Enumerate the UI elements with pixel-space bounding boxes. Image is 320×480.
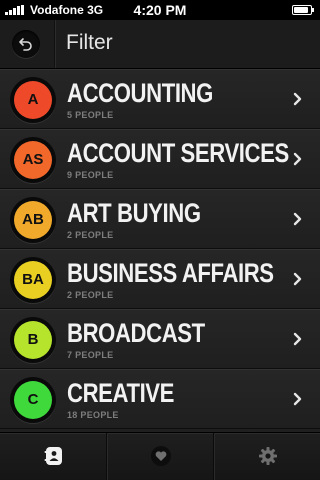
chevron-right-icon: [293, 92, 302, 106]
item-count: 18 PEOPLE: [67, 410, 119, 420]
item-count: 9 PEOPLE: [67, 170, 114, 180]
avatar-initials: AB: [14, 201, 52, 239]
item-count: 2 PEOPLE: [67, 230, 114, 240]
chevron-right-icon: [293, 152, 302, 166]
item-name: BUSINESS AFFAIRS: [67, 258, 274, 288]
chevron-right-icon: [293, 272, 302, 286]
tab-favorites[interactable]: [107, 433, 213, 480]
item-name: BROADCAST: [67, 318, 205, 348]
item-name: ACCOUNTING: [67, 78, 213, 108]
tab-settings[interactable]: [214, 433, 320, 480]
avatar-initials: B: [14, 321, 52, 359]
avatar: BA: [10, 257, 56, 303]
avatar: AS: [10, 137, 56, 183]
status-bar: Vodafone 3G 4:20 PM: [0, 0, 320, 20]
chevron-right-icon: [293, 332, 302, 346]
contacts-icon: [44, 447, 62, 465]
item-name: ACCOUNT SERVICES: [67, 138, 289, 168]
app-screen: Vodafone 3G 4:20 PM Filter A ACCOUNTING …: [0, 0, 320, 480]
header-divider: [54, 20, 55, 68]
avatar-initials: BA: [14, 261, 52, 299]
nav-header: Filter: [0, 20, 320, 69]
list-item-creative[interactable]: C CREATIVE 18 PEOPLE: [0, 369, 320, 429]
chevron-right-icon: [293, 212, 302, 226]
avatar: B: [10, 317, 56, 363]
item-count: 5 PEOPLE: [67, 110, 114, 120]
tab-contacts[interactable]: [0, 433, 106, 480]
item-name: ART BUYING: [67, 198, 201, 228]
avatar: AB: [10, 197, 56, 243]
avatar: A: [10, 77, 56, 123]
tab-bar: [0, 432, 320, 480]
chevron-right-icon: [293, 392, 302, 406]
gear-icon: [259, 447, 277, 465]
avatar-initials: C: [14, 381, 52, 419]
list-item-art-buying[interactable]: AB ART BUYING 2 PEOPLE: [0, 189, 320, 249]
avatar-initials: AS: [14, 141, 52, 179]
list-item-account-services[interactable]: AS ACCOUNT SERVICES 9 PEOPLE: [0, 129, 320, 189]
item-count: 2 PEOPLE: [67, 290, 114, 300]
item-count: 7 PEOPLE: [67, 350, 114, 360]
list-item-broadcast[interactable]: B BROADCAST 7 PEOPLE: [0, 309, 320, 369]
back-button[interactable]: [12, 30, 40, 58]
avatar: C: [10, 377, 56, 423]
list-item-accounting[interactable]: A ACCOUNTING 5 PEOPLE: [0, 69, 320, 129]
avatar-initials: A: [14, 81, 52, 119]
status-time: 4:20 PM: [133, 2, 187, 18]
heart-icon: [151, 446, 171, 466]
item-name: CREATIVE: [67, 378, 175, 408]
list-item-business-affairs[interactable]: BA BUSINESS AFFAIRS 2 PEOPLE: [0, 249, 320, 309]
back-arrow-icon: [19, 38, 32, 51]
department-list: A ACCOUNTING 5 PEOPLE AS ACCOUNT SERVICE…: [0, 69, 320, 429]
battery-icon: [292, 5, 314, 15]
page-title: Filter: [66, 31, 113, 54]
